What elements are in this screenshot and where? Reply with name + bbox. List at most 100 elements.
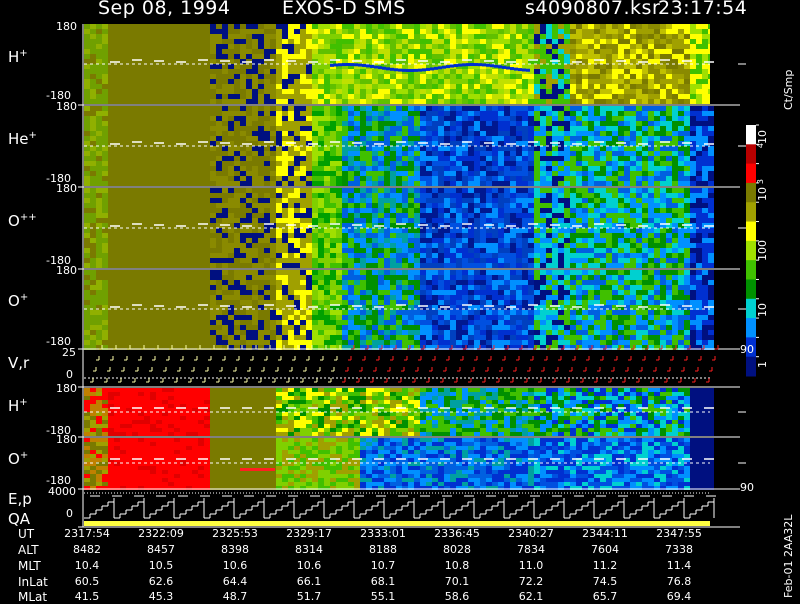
spectrogram-cell (486, 218, 492, 223)
spectrogram-cell (252, 74, 258, 79)
spectrogram-cell (234, 106, 240, 111)
spectrogram-cell (198, 84, 204, 89)
spectrogram-cell (144, 126, 150, 131)
spectrogram-cell (186, 218, 192, 223)
spectrogram-cell (480, 161, 486, 166)
spectrogram-cell (342, 151, 348, 156)
spectrogram-cell (480, 263, 486, 268)
spectrogram-cell (648, 24, 654, 29)
spectrogram-cell (210, 243, 216, 248)
spectrogram-cell (690, 89, 696, 94)
spectrogram-cell (402, 111, 408, 116)
spectrogram-cell (618, 54, 624, 59)
spectrogram-cell (138, 156, 144, 161)
spectrogram-cell (84, 136, 90, 141)
spectrogram-cell (402, 94, 408, 99)
spectrogram-cell (324, 131, 330, 136)
spectrogram-cell (294, 54, 300, 59)
spectrogram-cell (108, 218, 114, 223)
spectrogram-cell (252, 49, 258, 54)
spectrogram-cell (90, 248, 96, 253)
spectrogram-cell (636, 89, 642, 94)
spectrogram-cell (630, 213, 636, 218)
spectrogram-cell (240, 218, 246, 223)
spectrogram-cell (348, 171, 354, 176)
spectrogram-cell (498, 146, 504, 151)
spectrogram-cell (126, 54, 132, 59)
spectrogram-cell (270, 136, 276, 141)
spectrogram-cell (606, 223, 612, 228)
spectrogram-cell (486, 208, 492, 213)
spectrogram-cell (258, 166, 264, 171)
spectrogram-cell (96, 176, 102, 181)
spectrogram-cell (582, 94, 588, 99)
spectrogram-cell (540, 258, 546, 263)
spectrogram-cell (486, 198, 492, 203)
spectrogram-cell (462, 121, 468, 126)
spectrogram-cell (612, 233, 618, 238)
spectrogram-cell (222, 84, 228, 89)
spectrogram-cell (192, 74, 198, 79)
spectrogram-cell (318, 198, 324, 203)
spectrogram-cell (420, 126, 426, 131)
spectrogram-cell (552, 106, 558, 111)
spectrogram-cell (690, 151, 696, 156)
spectrogram-cell (486, 181, 492, 186)
spectrogram-cell (246, 171, 252, 176)
spectrogram-cell (246, 64, 252, 69)
spectrogram-cell (96, 223, 102, 228)
spectrogram-cell (138, 258, 144, 263)
spectrogram-cell (174, 218, 180, 223)
spectrogram-cell (462, 166, 468, 171)
spectrogram-cell (558, 69, 564, 74)
spectrogram-cell (588, 24, 594, 29)
spectrogram-cell (474, 238, 480, 243)
spectrogram-cell (624, 49, 630, 54)
spectrogram-cell (318, 263, 324, 268)
spectrogram-cell (558, 89, 564, 94)
spectrogram-cell (474, 208, 480, 213)
spectrogram-cell (378, 248, 384, 253)
spectrogram-cell (240, 54, 246, 59)
spectrogram-cell (366, 54, 372, 59)
spectrogram-cell (660, 136, 666, 141)
spectrogram-cell (348, 111, 354, 116)
spectrogram-cell (372, 94, 378, 99)
spectrogram-cell (504, 198, 510, 203)
spectrogram-cell (702, 136, 708, 141)
spectrogram-cell (420, 161, 426, 166)
spectrogram-cell (396, 243, 402, 248)
spectrogram-cell (330, 89, 336, 94)
spectrogram-cell (324, 136, 330, 141)
spectrogram-cell (396, 131, 402, 136)
spectrogram-cell (336, 258, 342, 263)
spectrogram-cell (396, 24, 402, 29)
spectrogram-cell (150, 136, 156, 141)
spectrogram-cell (168, 198, 174, 203)
spectrogram-cell (102, 228, 108, 233)
spectrogram-cell (546, 29, 552, 34)
spectrogram-cell (366, 79, 372, 84)
spectrogram-cell (618, 99, 624, 104)
spectrogram-cell (696, 79, 702, 84)
spectrogram-cell (192, 69, 198, 74)
spectrogram-cell (426, 188, 432, 193)
spectrogram-cell (360, 94, 366, 99)
spectrogram-cell (546, 131, 552, 136)
spectrogram-cell (204, 116, 210, 121)
spectrogram-cell (480, 228, 486, 233)
spectrogram-cell (132, 74, 138, 79)
spectrogram-cell (576, 136, 582, 141)
spectrogram-cell (534, 39, 540, 44)
spectrogram-cell (468, 121, 474, 126)
spectrogram-cell (426, 84, 432, 89)
spectrogram-cell (630, 238, 636, 243)
spectrogram-cell (642, 24, 648, 29)
spectrogram-cell (144, 238, 150, 243)
spectrogram-cell (540, 228, 546, 233)
spectrogram-cell (126, 34, 132, 39)
spectrogram-cell (630, 208, 636, 213)
spectrogram-cell (156, 243, 162, 248)
spectrogram-cell (534, 228, 540, 233)
spectrogram-cell (522, 243, 528, 248)
